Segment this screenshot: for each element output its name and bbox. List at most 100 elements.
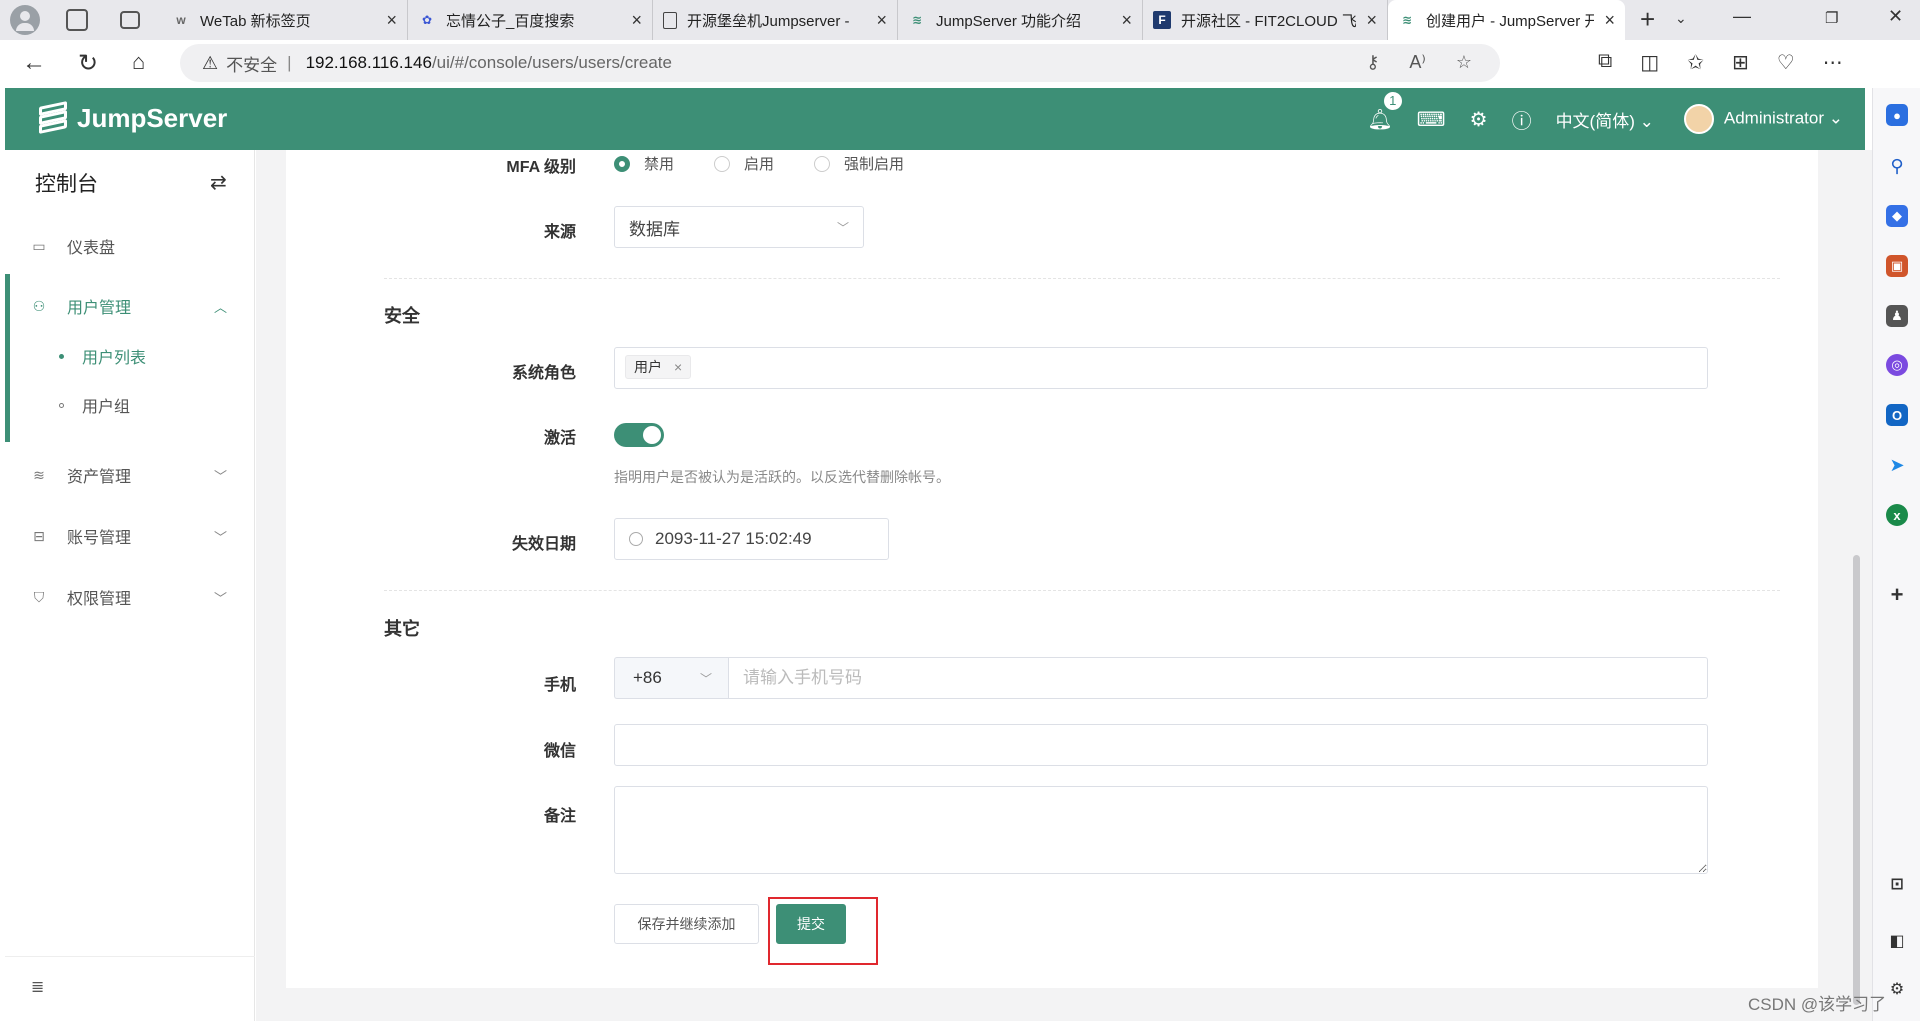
nav-item-user-management[interactable]: ⚇ 用户管理 ︿ bbox=[5, 286, 255, 326]
copilot-icon[interactable]: ◎ bbox=[1886, 354, 1908, 376]
tab-actions-icon[interactable] bbox=[120, 11, 140, 29]
section-security-title: 安全 bbox=[384, 306, 420, 326]
user-menu[interactable]: Administrator ⌄ bbox=[1683, 104, 1843, 134]
switch-view-icon[interactable]: ⇄ bbox=[210, 170, 227, 195]
nav-item-dashboard[interactable]: ▭ 仪表盘 bbox=[5, 226, 255, 266]
jumpserver-icon: ≋ bbox=[911, 13, 923, 27]
gear-icon[interactable]: ⚙︎ bbox=[1470, 107, 1488, 132]
profile-icon[interactable] bbox=[10, 5, 40, 35]
chevron-down-icon: ﹀ bbox=[699, 671, 712, 686]
close-icon[interactable]: × bbox=[876, 10, 887, 31]
browser-tab-jumpserver-intro[interactable]: 开源堡垒机Jumpserver - × bbox=[653, 0, 898, 40]
extensions-icon[interactable]: ⧉ bbox=[1598, 50, 1612, 75]
close-icon[interactable]: × bbox=[674, 359, 682, 375]
browser-tab-baidu[interactable]: ✿ 忘情公子_百度搜索 × bbox=[408, 0, 653, 40]
clock-icon bbox=[629, 532, 643, 546]
home-icon[interactable]: ⌂ bbox=[132, 49, 145, 75]
search-icon[interactable]: ⚲ bbox=[1886, 155, 1908, 177]
page-icon bbox=[663, 11, 677, 29]
send-icon[interactable]: ➤ bbox=[1886, 454, 1908, 476]
nav-item-asset-management[interactable]: ≋ 资产管理 ﹀ bbox=[5, 455, 255, 495]
nav-item-account-management[interactable]: ⊟ 账号管理 ﹀ bbox=[5, 516, 255, 556]
active-hint: 指明用户是否被认为是活跃的。以反选代替删除帐号。 bbox=[614, 469, 950, 485]
read-aloud-icon[interactable]: A⁾ bbox=[1409, 52, 1425, 73]
phone-input[interactable] bbox=[728, 657, 1708, 699]
close-icon[interactable]: × bbox=[631, 10, 642, 31]
source-select[interactable]: 数据库 ﹀ bbox=[614, 206, 864, 248]
address-bar[interactable]: ⚠ 不安全 | 192.168.116.146/ui/#/console/use… bbox=[180, 44, 1500, 82]
shield-icon: ⛉ bbox=[33, 588, 45, 605]
outlook-icon[interactable]: O bbox=[1886, 404, 1908, 426]
source-label: 来源 bbox=[543, 224, 576, 241]
key-icon[interactable]: ⚷ bbox=[1366, 52, 1379, 73]
brand-logo[interactable]: JumpServer bbox=[37, 101, 227, 134]
close-icon[interactable]: × bbox=[1366, 10, 1377, 31]
browser-tab-fit2cloud[interactable]: F 开源社区 - FIT2CLOUD 飞 × bbox=[1143, 0, 1388, 40]
window-close-icon[interactable]: ✕ bbox=[1888, 6, 1903, 27]
browser-tab-create-user[interactable]: ≋ 创建用户 - JumpServer 开 × bbox=[1388, 0, 1625, 40]
collapse-menu-icon[interactable]: ≣ bbox=[31, 977, 44, 997]
mfa-option-enabled[interactable]: 启用 bbox=[714, 153, 774, 174]
workspaces-icon[interactable] bbox=[66, 9, 88, 31]
expire-date-picker[interactable]: 2093-11-27 15:02:49 bbox=[614, 518, 889, 560]
restore-icon[interactable]: ❐ bbox=[1825, 9, 1838, 27]
toolbox-icon[interactable]: ▣ bbox=[1886, 255, 1908, 277]
phone-country-select[interactable]: +86 ﹀ bbox=[614, 657, 728, 699]
excel-icon[interactable]: x bbox=[1886, 504, 1908, 526]
screenshot-icon[interactable]: ⊡ bbox=[1886, 873, 1908, 895]
nav-sub-user-list[interactable]: 用户列表 bbox=[5, 336, 255, 376]
star-icon[interactable]: ☆ bbox=[1456, 52, 1472, 73]
chart-icon: ▭ bbox=[32, 237, 46, 254]
wetab-icon: ᴡ bbox=[176, 13, 186, 27]
mfa-option-forced[interactable]: 强制启用 bbox=[814, 153, 904, 174]
split-screen-icon[interactable]: ◫ bbox=[1640, 50, 1659, 75]
chevron-down-icon[interactable]: ⌄ bbox=[1675, 10, 1687, 27]
role-select[interactable]: 用户 × bbox=[614, 347, 1708, 389]
favorites-icon[interactable]: ✩ bbox=[1687, 50, 1704, 75]
comment-textarea[interactable] bbox=[614, 786, 1708, 874]
notification-badge: 1 bbox=[1381, 89, 1404, 112]
bell-icon[interactable]: 🔔︎ 1 bbox=[1367, 89, 1404, 132]
left-nav: 控制台 ⇄ ▭ 仪表盘 ⚇ 用户管理 ︿ 用户列表 用户组 ≋ 资产管理 ﹀ ⊟… bbox=[5, 150, 255, 1021]
nav-sub-user-group[interactable]: 用户组 bbox=[5, 385, 255, 425]
section-other-title: 其它 bbox=[384, 619, 420, 639]
reload-icon[interactable]: ↻ bbox=[78, 49, 98, 78]
active-label: 激活 bbox=[543, 430, 576, 447]
tag-icon[interactable]: ◆ bbox=[1886, 205, 1908, 227]
mfa-label: MFA 级别 bbox=[506, 159, 576, 176]
warning-icon: ⚠ bbox=[202, 52, 219, 73]
mfa-option-disabled[interactable]: 禁用 bbox=[614, 153, 674, 174]
expire-label: 失效日期 bbox=[511, 536, 576, 553]
wechat-input[interactable] bbox=[614, 724, 1708, 766]
terminal-icon[interactable]: ⌨︎ bbox=[1417, 107, 1446, 132]
browser-essentials-icon[interactable]: ♡ bbox=[1777, 50, 1795, 75]
help-icon[interactable]: ⓘ bbox=[1512, 105, 1532, 134]
collections-icon[interactable]: ⊞ bbox=[1732, 50, 1749, 75]
chevron-down-icon: ﹀ bbox=[213, 468, 227, 484]
games-icon[interactable]: ♟ bbox=[1886, 305, 1908, 327]
jumpserver-logo-icon bbox=[37, 101, 69, 134]
settings-icon[interactable]: ⚙︎ bbox=[1886, 978, 1908, 1000]
back-icon[interactable]: ← bbox=[22, 49, 46, 77]
close-icon[interactable]: × bbox=[1121, 10, 1132, 31]
save-continue-button[interactable]: 保存并继续添加 bbox=[614, 904, 759, 944]
comment-label: 备注 bbox=[543, 808, 576, 825]
active-toggle[interactable] bbox=[614, 423, 664, 447]
wechat-label: 微信 bbox=[543, 743, 576, 760]
more-icon[interactable]: ⋯ bbox=[1823, 50, 1843, 75]
language-select[interactable]: 中文(简体) ⌄ bbox=[1556, 107, 1654, 132]
nav-item-permission-management[interactable]: ⛉ 权限管理 ﹀ bbox=[5, 577, 255, 617]
notification-icon[interactable]: ● bbox=[1886, 104, 1908, 126]
add-icon[interactable]: + bbox=[1886, 582, 1908, 607]
minimize-icon[interactable]: — bbox=[1733, 6, 1751, 27]
browser-tab-wetab[interactable]: ᴡ WeTab 新标签页 × bbox=[162, 0, 408, 40]
fit2cloud-icon: F bbox=[1153, 11, 1171, 29]
close-icon[interactable]: × bbox=[386, 10, 397, 31]
close-icon[interactable]: × bbox=[1604, 10, 1615, 31]
sidebar-toggle-icon[interactable]: ◧ bbox=[1886, 930, 1908, 952]
main-content bbox=[256, 150, 1872, 1021]
new-tab-icon[interactable]: + bbox=[1640, 4, 1655, 35]
browser-tab-features[interactable]: ≋ JumpServer 功能介绍 × bbox=[898, 0, 1143, 40]
users-icon: ⚇ bbox=[32, 297, 46, 314]
scrollbar[interactable] bbox=[1853, 555, 1860, 1005]
